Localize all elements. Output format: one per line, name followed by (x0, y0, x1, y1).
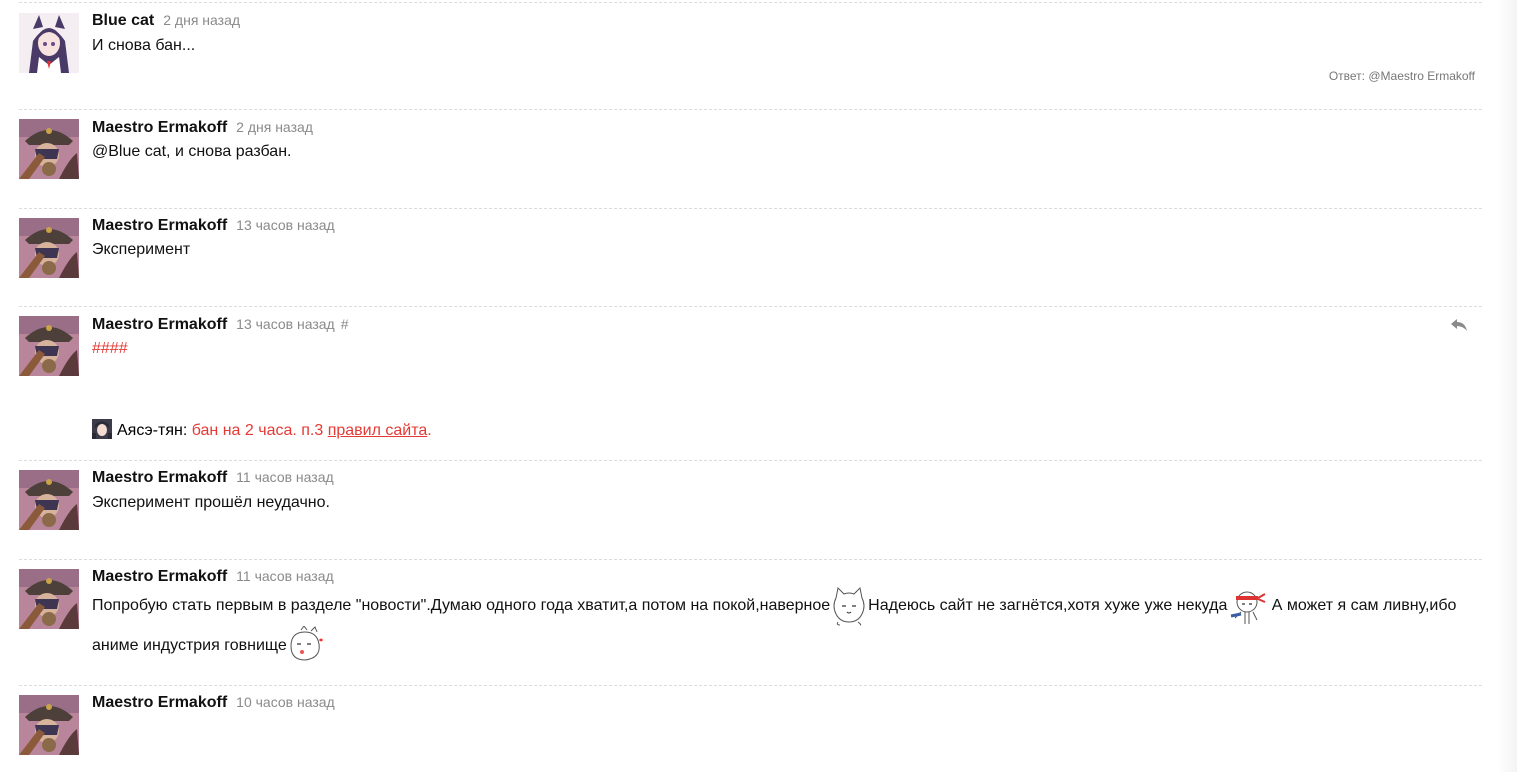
avatar-maestro[interactable] (19, 218, 79, 278)
moderator-avatar[interactable] (92, 419, 112, 439)
moderator-name[interactable]: Аясэ-тян: (117, 422, 187, 439)
comment-time[interactable]: 10 часов назад (236, 694, 335, 710)
comment-text: Эксперимент прошёл неудачно. (92, 494, 330, 511)
comment-meta: Maestro Ermakoff 10 часов назад (92, 693, 335, 712)
kiss-smiley-icon (290, 626, 323, 661)
comment-text-part: аниме индустрия говнище (92, 637, 287, 655)
comment-time[interactable]: 2 дня назад (163, 12, 240, 28)
author-name[interactable]: Maestro Ermakoff (92, 469, 227, 486)
comment-meta: Maestro Ermakoff 11 часов назад (92, 567, 334, 586)
comment: Maestro Ermakoff 11 часов назад Экспериме… (19, 460, 1482, 560)
comment-text: Попробую стать первым в разделе "новости… (92, 586, 1456, 666)
ban-reason: бан на 2 часа. п.3 (191, 422, 324, 439)
author-name[interactable]: Maestro Ermakoff (92, 316, 227, 333)
comment: Maestro Ermakoff 10 часов назад (19, 685, 1482, 773)
comment: Blue cat 2 дня назад И снова бан... Ответ… (19, 2, 1482, 111)
comment-time[interactable]: 2 дня назад (236, 119, 313, 135)
avatar-maestro[interactable] (19, 119, 79, 179)
comment: Maestro Ermakoff 13 часов назад # #### Аяс… (19, 306, 1482, 461)
comment-meta: Maestro Ermakoff 11 часов назад (92, 468, 334, 487)
comment-text-part: Попробую стать первым в разделе "новости… (92, 597, 831, 615)
avatar-maestro[interactable] (19, 316, 79, 376)
comment: Maestro Ermakoff 2 дня назад @Blue cat, и… (19, 109, 1482, 209)
avatar-blue-cat[interactable] (19, 13, 79, 73)
comment-time[interactable]: 11 часов назад (236, 469, 334, 485)
rules-link[interactable]: правил сайта (328, 422, 428, 439)
avatar-maestro[interactable] (19, 569, 79, 629)
comment-meta: Maestro Ermakoff 13 часов назад (92, 216, 335, 235)
comment: Maestro Ermakoff 11 часов назад Попробую … (19, 559, 1482, 686)
cat-smiley-icon (833, 586, 865, 626)
comment-time[interactable]: 13 часов назад (236, 316, 335, 332)
ban-reason-end: . (427, 422, 432, 439)
author-name[interactable]: Maestro Ermakoff (92, 119, 227, 136)
comment-text-part: Надеюсь сайт не загнётся,хотя хуже уже н… (868, 597, 1228, 615)
moderation-note: Аясэ-тян: бан на 2 часа. п.3 правил сайт… (92, 419, 432, 441)
author-name[interactable]: Maestro Ermakoff (92, 217, 227, 234)
comment-time[interactable]: 13 часов назад (236, 217, 335, 233)
comment-meta: Maestro Ermakoff 13 часов назад # (92, 315, 349, 334)
author-name[interactable]: Maestro Ermakoff (92, 694, 227, 711)
comment-time[interactable]: 11 часов назад (236, 568, 334, 584)
permalink-hash[interactable]: # (341, 316, 349, 332)
ninja-smiley-icon (1231, 591, 1266, 624)
comment-meta: Maestro Ermakoff 2 дня назад (92, 118, 313, 137)
author-name[interactable]: Maestro Ermakoff (92, 568, 227, 585)
comment-text: Эксперимент (92, 241, 191, 258)
right-scroll-area (1500, 0, 1517, 772)
avatar-maestro[interactable] (19, 470, 79, 530)
reply-to-link[interactable]: Ответ: @Maestro Ermakoff (1329, 69, 1475, 83)
avatar-maestro[interactable] (19, 695, 79, 755)
comment-text-part: А может я сам ливну,ибо (1267, 597, 1457, 615)
reply-icon[interactable] (1450, 318, 1468, 332)
comment-text: @Blue cat, и снова разбан. (92, 143, 292, 160)
comment-meta: Blue cat 2 дня назад (92, 11, 240, 30)
comment: Maestro Ermakoff 13 часов назад Экспериме… (19, 208, 1482, 307)
author-name[interactable]: Blue cat (92, 12, 154, 29)
comment-text: #### (92, 340, 128, 357)
comment-text: И снова бан... (92, 37, 196, 54)
